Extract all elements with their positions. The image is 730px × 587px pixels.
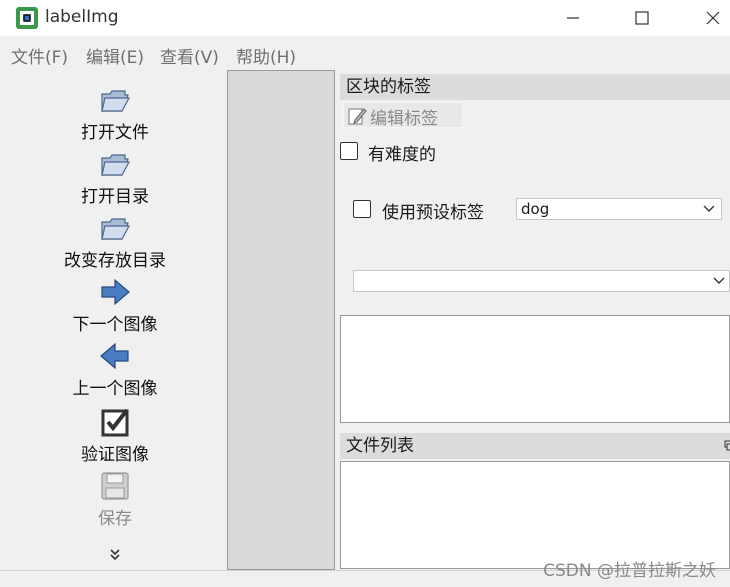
file-list[interactable] xyxy=(340,461,730,569)
edit-label-text: 编辑标签 xyxy=(370,109,438,129)
verify-image-label: 验证图像 xyxy=(81,445,149,465)
prev-image-button[interactable]: 上一个图像 xyxy=(4,340,226,399)
window-title: labelImg xyxy=(45,7,119,27)
maximize-button[interactable] xyxy=(622,4,662,32)
next-image-button[interactable]: 下一个图像 xyxy=(4,276,226,335)
chevron-down-icon xyxy=(703,205,715,212)
open-file-button[interactable]: 打开文件 xyxy=(4,84,226,143)
arrow-left-icon xyxy=(100,342,129,370)
close-button[interactable] xyxy=(693,4,730,32)
toolbar-more-button[interactable] xyxy=(4,548,226,566)
title-bar: labelImg xyxy=(0,0,730,36)
labels-dock-title: 区块的标签 xyxy=(340,74,730,100)
difficult-label: 有难度的 xyxy=(368,145,436,165)
chevron-double-down-icon xyxy=(110,549,120,561)
open-dir-button[interactable]: 打开目录 xyxy=(4,148,226,207)
checkbox-verify-icon xyxy=(101,408,129,437)
open-dir-label: 打开目录 xyxy=(81,187,149,207)
folder-open-icon xyxy=(101,218,131,240)
toolbar: 打开文件 打开目录 改变存放目录 下一个图像 上一个图像 验证图像 保存 xyxy=(4,70,226,570)
dock-float-icon[interactable] xyxy=(724,440,730,452)
use-default-label-checkbox[interactable] xyxy=(353,200,371,218)
save-label: 保存 xyxy=(98,509,132,529)
change-save-dir-label: 改变存放目录 xyxy=(64,251,166,271)
default-label-value: dog xyxy=(521,200,550,218)
edit-icon xyxy=(348,108,367,125)
edit-label-button[interactable]: 编辑标签 xyxy=(343,102,463,129)
next-image-label: 下一个图像 xyxy=(72,315,158,335)
watermark-text: CSDN @拉普拉斯之妖 xyxy=(543,561,716,581)
verify-image-button[interactable]: 验证图像 xyxy=(4,406,226,465)
menu-help[interactable]: 帮助(H) xyxy=(236,43,296,68)
labelimg-app-icon xyxy=(16,7,38,29)
difficult-checkbox[interactable] xyxy=(340,142,358,160)
save-icon xyxy=(101,472,129,500)
label-list[interactable] xyxy=(340,315,730,423)
open-file-label: 打开文件 xyxy=(81,123,149,143)
menu-edit[interactable]: 编辑(E) xyxy=(86,43,144,68)
chevron-down-icon xyxy=(713,277,725,284)
menu-file[interactable]: 文件(F) xyxy=(11,43,68,68)
folder-open-icon xyxy=(101,154,131,176)
close-icon xyxy=(706,11,720,25)
change-save-dir-button[interactable]: 改变存放目录 xyxy=(4,212,226,271)
label-filter-combo[interactable] xyxy=(353,270,730,292)
file-list-dock-title: 文件列表 xyxy=(340,433,730,459)
prev-image-label: 上一个图像 xyxy=(72,379,158,399)
use-default-label-label: 使用预设标签 xyxy=(382,203,484,223)
save-button[interactable]: 保存 xyxy=(4,470,226,529)
minimize-button[interactable] xyxy=(553,4,593,32)
maximize-icon xyxy=(635,11,649,25)
default-label-combo[interactable]: dog xyxy=(516,198,722,220)
minimize-icon xyxy=(567,17,579,19)
folder-open-icon xyxy=(101,90,131,112)
menu-bar: 文件(F) 编辑(E) 查看(V) 帮助(H) xyxy=(0,39,730,69)
image-canvas[interactable] xyxy=(227,70,335,570)
menu-view[interactable]: 查看(V) xyxy=(160,43,219,68)
arrow-right-icon xyxy=(101,278,130,306)
